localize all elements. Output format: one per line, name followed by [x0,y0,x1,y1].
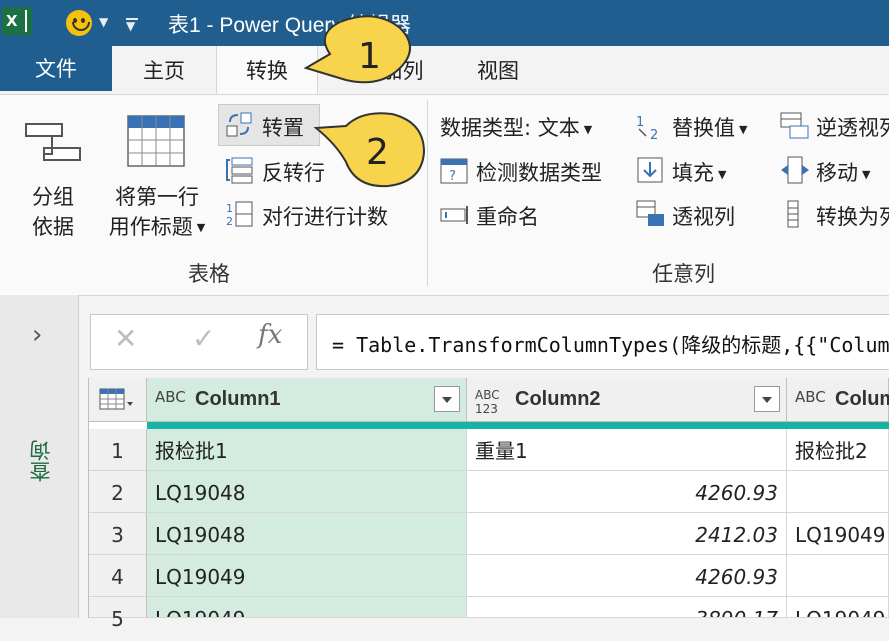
fill-label: 填充 [672,161,714,185]
table-cell[interactable]: LQ19048 [147,513,467,555]
chevron-down-icon: ▼ [196,221,206,234]
use-first-row-icon[interactable] [126,114,186,170]
reverse-rows-icon [226,156,254,188]
callout-1-number: 1 [358,36,381,77]
chevron-down-icon [762,397,772,403]
replace-values-button[interactable]: 替换值 ▼ [672,112,747,142]
column-title: Column1 [195,388,281,410]
table-cell[interactable]: 报检批1 [147,429,467,471]
svg-text:1: 1 [636,115,644,130]
table-cell[interactable]: LQ19049 [147,597,467,618]
queries-pane-label[interactable]: 查询 [26,440,56,482]
table-cell[interactable]: 报检批2 [787,429,889,471]
table-cell[interactable] [787,471,889,513]
group-by-button[interactable]: 分组 依据 [18,182,88,242]
move-button[interactable]: 移动 ▼ [816,157,870,187]
move-label: 移动 [816,161,858,185]
fx-icon[interactable]: fx [258,320,282,350]
data-type-label: 数据类型: 文本 [440,116,580,140]
table-group-label: 表格 [188,262,230,286]
count-rows-button[interactable]: 对行进行计数 [262,201,388,231]
column-header-column3[interactable]: ABC Column3 [787,378,889,422]
detect-type-button[interactable]: 检测数据类型 [476,157,602,187]
row-number[interactable]: 2 [89,471,147,513]
group-by-icon[interactable] [22,118,84,178]
detect-type-icon: ? [440,158,468,188]
use-first-row-button[interactable]: 将第一行 用作标题 ▼ [96,182,218,243]
use-first-row-label-line2: 用作标题 [108,215,193,239]
feedback-chevron-down-icon[interactable]: ▼ [99,15,108,29]
tab-view[interactable]: 视图 [450,46,546,94]
column-header-column2[interactable]: ABC 123 Column2 [467,378,787,422]
table-cell[interactable]: 重量1 [467,429,787,471]
text-type-icon[interactable]: ABC [795,390,826,405]
table-cell[interactable]: LQ19049 [787,597,889,618]
convert-to-list-icon [786,200,802,232]
fill-button[interactable]: 填充 ▼ [672,157,726,187]
text-type-icon[interactable]: ABC [155,390,186,405]
svg-text:1: 1 [226,202,233,215]
callout-1: 1 [303,15,411,84]
filter-dropdown-button[interactable] [434,386,460,412]
row-number[interactable]: 4 [89,555,147,597]
any-type-icon[interactable]: ABC 123 [475,388,505,416]
transpose-label: 转置 [262,116,304,140]
table-cell[interactable]: LQ19049 [787,513,889,555]
pivot-column-icon [636,200,666,232]
row-number[interactable]: 1 [89,429,147,471]
table-cell[interactable]: 4260.93 [467,555,787,597]
convert-to-list-button[interactable]: 转换为列表 [816,201,889,231]
svg-text:2: 2 [226,215,233,228]
group-by-label-line1: 分组 [32,185,74,209]
group-by-label-line2: 依据 [32,215,74,239]
data-type-dropdown[interactable]: 数据类型: 文本 ▼ [440,112,592,142]
replace-values-label: 替换值 [672,116,735,140]
row-number[interactable]: 5 [89,597,147,631]
pivot-column-button[interactable]: 透视列 [672,201,735,231]
move-icon [780,156,810,188]
callout-2: 2 [313,112,426,188]
formula-text[interactable]: = Table.TransformColumnTypes(降级的标题,{{"Co… [332,329,889,358]
confirm-formula-icon[interactable]: ✓ [192,322,215,355]
table-cell[interactable]: 4260.93 [467,471,787,513]
use-first-row-label-line1: 将第一行 [115,185,199,209]
smiley-feedback-icon[interactable] [66,10,92,36]
table-cell[interactable]: 2412.03 [467,513,787,555]
row-number[interactable]: 3 [89,513,147,555]
column-title: Column3 [835,388,889,410]
table-icon [99,388,133,410]
tab-home[interactable]: 主页 [112,46,216,94]
cancel-formula-icon[interactable]: ✕ [114,322,137,355]
table-cell[interactable]: 3890.17 [467,597,787,618]
column-title: Column2 [515,388,601,410]
excel-logo-icon[interactable]: X [2,7,32,35]
table-cell[interactable]: LQ19048 [147,471,467,513]
customize-toolbar-chevron-down-icon[interactable]: ▼ [126,19,135,33]
table-cell[interactable] [787,555,889,597]
rename-button[interactable]: 重命名 [476,201,539,231]
count-rows-icon: 12 [226,200,254,232]
rename-icon [440,204,470,230]
fill-down-icon [636,156,664,188]
unpivot-button[interactable]: 逆透视列 [816,112,889,142]
svg-text:2: 2 [650,128,658,140]
table-menu-corner[interactable] [89,378,147,422]
any-column-group-label: 任意列 [652,262,715,286]
transpose-icon [226,112,254,142]
callout-2-number: 2 [366,132,389,173]
replace-values-icon: 12 [636,112,666,144]
svg-text:?: ? [449,169,456,184]
tab-file[interactable]: 文件 [0,46,112,91]
chevron-down-icon: ▼ [583,122,593,136]
chevron-down-icon: ▼ [862,167,871,181]
filter-dropdown-button[interactable] [754,386,780,412]
column-header-column1[interactable]: ABC Column1 [147,378,467,422]
unpivot-icon [780,112,810,144]
expand-queries-chevron-right-icon[interactable]: › [32,320,42,350]
table-cell[interactable]: LQ19049 [147,555,467,597]
chevron-down-icon [442,397,452,403]
chevron-down-icon: ▼ [739,122,748,136]
column-quality-bar [147,422,889,429]
chevron-down-icon: ▼ [718,167,727,181]
